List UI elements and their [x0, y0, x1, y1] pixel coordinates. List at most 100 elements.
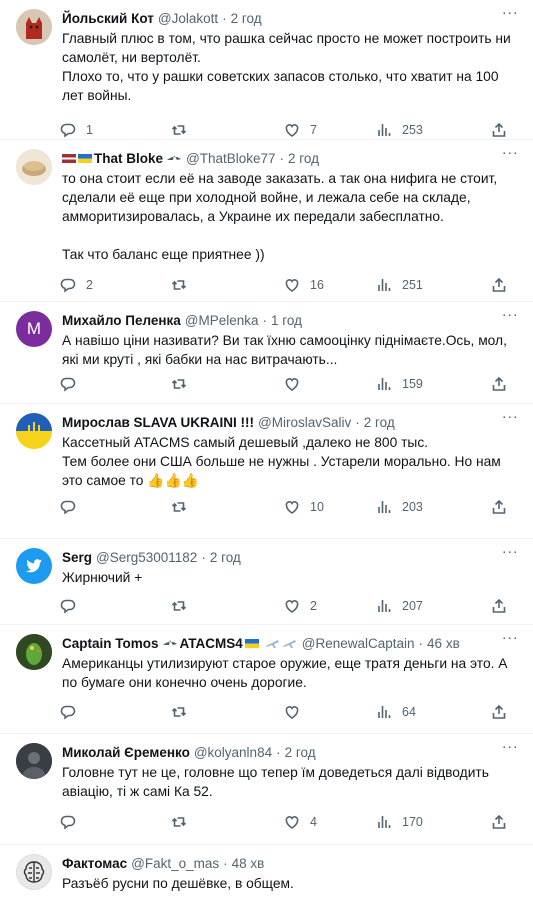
retweet-icon [171, 125, 187, 135]
author-handle[interactable]: @Fakt_o_mas [131, 856, 219, 871]
author-handle[interactable]: @MPelenka [185, 313, 259, 328]
avatar[interactable] [16, 548, 52, 584]
reply-button[interactable] [60, 376, 171, 392]
tweet-text: Американцы утилизируют старое оружие, ещ… [62, 654, 519, 692]
share-button[interactable] [491, 122, 507, 138]
views-button[interactable]: 64 [376, 704, 491, 720]
like-button[interactable] [284, 704, 376, 720]
author-name[interactable]: Фактомас [62, 856, 127, 871]
more-options-icon[interactable]: ··· [501, 544, 519, 565]
retweet-button[interactable] [171, 814, 284, 830]
timestamp[interactable]: 2 год [231, 11, 262, 26]
views-button[interactable]: 207 [376, 598, 491, 614]
timestamp[interactable]: 2 год [285, 745, 316, 760]
author-name[interactable]: Serg [62, 550, 92, 565]
share-button[interactable] [491, 814, 507, 830]
heart-icon [285, 706, 299, 719]
retweet-button[interactable] [171, 122, 284, 138]
avatar[interactable] [16, 743, 52, 779]
reply-button[interactable] [60, 814, 171, 830]
share-button[interactable] [491, 499, 507, 515]
author-handle[interactable]: @RenewalCaptain [302, 636, 415, 651]
reply-button[interactable] [60, 598, 171, 614]
views-button[interactable]: 251 [376, 277, 491, 293]
avatar[interactable] [16, 413, 52, 449]
more-options-icon[interactable]: ··· [501, 630, 519, 651]
author-name[interactable]: Миколай Єременко [62, 745, 190, 760]
avatar[interactable]: M [16, 311, 52, 347]
like-button[interactable] [284, 376, 376, 392]
timestamp[interactable]: 2 год [364, 415, 395, 430]
views-chart-icon [378, 600, 391, 612]
tweet-paragraph: Разъёб русни по дешёвке, в общем. [62, 876, 294, 891]
timestamp[interactable]: 48 хв [232, 856, 265, 871]
retweet-button[interactable] [171, 499, 284, 515]
author-handle[interactable]: @MiroslavSaliv [258, 415, 351, 430]
share-button[interactable] [491, 598, 507, 614]
heart-icon [285, 124, 299, 137]
retweet-button[interactable] [171, 277, 284, 293]
retweet-button[interactable] [171, 704, 284, 720]
timestamp[interactable]: 2 год [210, 550, 241, 565]
author-name[interactable]: That Bloke [94, 151, 163, 166]
more-options-icon[interactable]: ··· [501, 145, 519, 166]
more-options-icon[interactable]: ··· [501, 739, 519, 760]
author-name[interactable]: Мирослав SLAVA UKRAINI !!! [62, 415, 254, 430]
reply-tweet[interactable]: Serg @Serg53001182 · 2 год ··· Жирнючий … [0, 539, 533, 625]
reply-tweet[interactable]: Йольский Кот @Jolakott · 2 год ··· Главн… [0, 0, 533, 140]
avatar[interactable] [16, 9, 52, 45]
like-count: 10 [310, 500, 324, 514]
reply-tweet[interactable]: M Михайло Пеленка @MPelenka · 1 год ··· … [0, 302, 533, 404]
reply-button[interactable] [60, 704, 171, 720]
reply-button[interactable]: 2 [60, 277, 171, 293]
more-options-icon[interactable]: ··· [501, 409, 519, 430]
author-name[interactable]: Михайло Пеленка [62, 313, 181, 328]
like-button[interactable]: 4 [284, 814, 376, 830]
reply-tweet[interactable]: That Bloke @ThatBloke77 · 2 год ··· то о… [0, 140, 533, 302]
retweet-icon [171, 502, 187, 512]
author-handle[interactable]: @Serg53001182 [96, 550, 197, 565]
share-button[interactable] [491, 277, 507, 293]
reply-tweet[interactable]: Мирослав SLAVA UKRAINI !!! @MiroslavSali… [0, 404, 533, 539]
retweet-button[interactable] [171, 598, 284, 614]
action-bar: 2 207 [60, 589, 519, 623]
timestamp[interactable]: 1 год [271, 313, 302, 328]
author-handle[interactable]: @kolyanln84 [194, 745, 272, 760]
more-options-icon[interactable]: ··· [501, 307, 519, 328]
views-button[interactable]: 159 [376, 376, 491, 392]
timestamp[interactable]: 2 год [288, 151, 319, 166]
reply-tweet[interactable]: Captain Tomos ATACMS4 @RenewalCaptain · … [0, 625, 533, 734]
more-options-icon[interactable]: ··· [501, 5, 519, 26]
reply-button[interactable]: 1 [60, 122, 171, 138]
avatar[interactable] [16, 854, 52, 890]
author-handle[interactable]: @Jolakott [158, 11, 218, 26]
twitter-bird-icon [25, 559, 43, 573]
views-chart-icon [378, 706, 391, 718]
separator: · [276, 744, 281, 760]
like-count: 16 [310, 278, 324, 292]
views-button[interactable]: 253 [376, 122, 491, 138]
views-button[interactable]: 203 [376, 499, 491, 515]
like-button[interactable]: 16 [284, 277, 376, 293]
reply-tweet[interactable]: Фактомас @Fakt_o_mas · 48 хв Разъёб русн… [0, 845, 533, 898]
like-button[interactable]: 7 [284, 122, 376, 138]
avatar[interactable] [16, 634, 52, 670]
views-button[interactable]: 170 [376, 814, 491, 830]
retweet-button[interactable] [171, 376, 284, 392]
reply-button[interactable] [60, 499, 171, 515]
like-button[interactable]: 10 [284, 499, 376, 515]
views-chart-icon [378, 124, 391, 136]
timestamp[interactable]: 46 хв [427, 636, 460, 651]
author-name-suffix[interactable]: ATACMS4 [180, 636, 243, 651]
author-name[interactable]: Captain Tomos [62, 636, 159, 651]
reply-count: 1 [86, 123, 93, 137]
share-button[interactable] [491, 704, 507, 720]
like-button[interactable]: 2 [284, 598, 376, 614]
reply-tweet[interactable]: Миколай Єременко @kolyanln84 · 2 год ···… [0, 734, 533, 845]
author-name[interactable]: Йольский Кот [62, 11, 154, 26]
author-handle[interactable]: @ThatBloke77 [186, 151, 276, 166]
avatar[interactable] [16, 149, 52, 185]
share-button[interactable] [491, 376, 507, 392]
tweet-paragraph: А навішо ціни називати? Ви так їхню само… [62, 333, 507, 367]
views-count: 170 [402, 815, 423, 829]
